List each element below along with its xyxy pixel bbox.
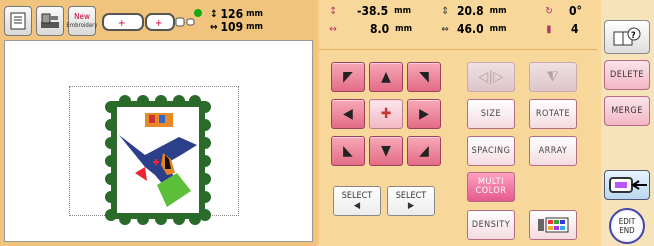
palette-icon — [538, 217, 569, 233]
thread-count-value: 4 — [571, 22, 579, 36]
merge-label: MERGE — [611, 106, 643, 116]
triangle-right-icon: ▶ — [407, 201, 415, 211]
arrow-right-icon: ▶ — [419, 106, 429, 122]
arrow-up-right-icon: ◥ — [419, 69, 429, 85]
sewing-machine-icon — [41, 13, 59, 28]
spacing-button[interactable]: SPACING — [467, 136, 515, 166]
vertical-move-icon: ↕ — [329, 5, 337, 17]
width-arrow-icon: ↔ — [210, 22, 218, 33]
svg-text:?: ? — [631, 31, 636, 41]
density-button[interactable]: DENSITY — [467, 210, 515, 240]
height-box-icon: ⇕ — [441, 5, 449, 17]
move-up-right-button[interactable]: ◥ — [407, 62, 441, 92]
bird-stamp-design[interactable] — [105, 95, 211, 225]
position-info-bar: ↕ -38.5 mm ↔ 8.0 mm ⇕ 20.8 mm ⇔ 46.0 mm ↻ 0°… — [319, 0, 597, 50]
hoop-preview-icon — [609, 177, 647, 193]
delete-label: DELETE — [609, 70, 645, 80]
select-next-button[interactable]: SELECT ▶ — [387, 186, 435, 216]
move-down-left-button[interactable]: ◣ — [331, 136, 365, 166]
array-label: ARRAY — [538, 146, 568, 156]
move-up-button[interactable]: ▲ — [369, 62, 403, 92]
move-center-button[interactable]: ✚ — [369, 99, 403, 129]
embroidery-label: Embroidery — [66, 22, 98, 29]
horizontal-move-icon: ↔ — [329, 23, 337, 35]
move-down-button[interactable]: ▼ — [369, 136, 403, 166]
color-palette-button[interactable] — [529, 210, 577, 240]
end-label: END — [619, 226, 635, 235]
embroidery-edit-screen: New Embroidery + + ↕ 126 mm ↔ 109 mm ↕ -… — [0, 0, 654, 246]
arrow-down-right-icon: ◢ — [419, 143, 429, 159]
mirror-vertical-icon: ⧨ — [546, 69, 560, 85]
thread-spool-icon: ▮ — [546, 23, 552, 35]
triangle-left-icon: ◀ — [353, 201, 361, 211]
svg-text:+: + — [155, 18, 163, 29]
new-embroidery-button[interactable]: New Embroidery — [66, 6, 98, 36]
size-label: SIZE — [480, 109, 502, 119]
size-button[interactable]: SIZE — [467, 99, 515, 129]
help-button[interactable]: ? — [604, 20, 650, 54]
color-label: COLOR — [475, 186, 507, 196]
move-down-right-button[interactable]: ◢ — [407, 136, 441, 166]
arrow-down-left-icon: ◣ — [343, 143, 353, 159]
page-icon — [10, 12, 26, 30]
select-prev-label: SELECT — [341, 191, 373, 201]
hoop-frame-selector[interactable]: + + — [102, 8, 202, 34]
side-action-column: ? DELETE MERGE EDIT END — [601, 0, 654, 246]
x-position-value: -38.5 — [357, 4, 389, 18]
preview-pane: New Embroidery + + ↕ 126 mm ↔ 109 mm — [0, 0, 317, 246]
density-label: DENSITY — [471, 220, 511, 230]
new-label: New — [74, 12, 90, 21]
arrow-up-left-icon: ◤ — [343, 69, 353, 85]
edit-end-button[interactable]: EDIT END — [609, 208, 645, 244]
move-up-left-button[interactable]: ◤ — [331, 62, 365, 92]
top-toolbar: New Embroidery + + ↕ 126 mm ↔ 109 mm — [4, 4, 315, 38]
machine-button[interactable] — [36, 6, 64, 36]
rotation-row: ↻ 0° — [543, 4, 582, 18]
mirror-horizontal-icon: ◁|▷ — [478, 69, 504, 85]
design-preview-canvas[interactable] — [4, 40, 313, 242]
thread-row: ▮ 4 — [543, 22, 579, 36]
rotate-button[interactable]: ROTATE — [529, 99, 577, 129]
move-left-button[interactable]: ◀ — [331, 99, 365, 129]
mirror-horizontal-button[interactable]: ◁|▷ — [467, 62, 515, 92]
delete-button[interactable]: DELETE — [604, 60, 650, 90]
x-position-row: ↕ -38.5 mm — [327, 4, 411, 18]
center-icon: ✚ — [380, 106, 392, 122]
design-size-readout: ↕ 126 mm ↔ 109 mm — [210, 7, 263, 34]
multi-color-button[interactable]: MULTI COLOR — [467, 172, 515, 202]
spacing-label: SPACING — [471, 146, 511, 156]
y-position-row: ↔ 8.0 mm — [327, 22, 412, 36]
edit-panel: ↕ -38.5 mm ↔ 8.0 mm ⇕ 20.8 mm ⇔ 46.0 mm ↻ 0°… — [319, 0, 654, 246]
design-width: 109 — [220, 20, 244, 34]
select-previous-button[interactable]: SELECT ◀ — [333, 186, 381, 216]
page-view-button[interactable] — [4, 6, 32, 36]
arrow-down-icon: ▼ — [381, 143, 391, 159]
rotation-value: 0° — [569, 4, 582, 18]
rotation-icon: ↻ — [545, 5, 553, 17]
hoop-frame-icon: + + — [102, 9, 202, 31]
svg-text:+: + — [118, 18, 126, 29]
select-next-label: SELECT — [395, 191, 427, 201]
embroider-preview-button[interactable] — [604, 170, 650, 200]
width-row: ⇕ 20.8 mm — [439, 4, 506, 18]
array-button[interactable]: ARRAY — [529, 136, 577, 166]
merge-button[interactable]: MERGE — [604, 96, 650, 126]
move-right-button[interactable]: ▶ — [407, 99, 441, 129]
edit-label: EDIT — [618, 217, 636, 226]
arrow-left-icon: ◀ — [343, 106, 353, 122]
arrow-up-icon: ▲ — [381, 69, 391, 85]
rotate-label: ROTATE — [535, 109, 571, 119]
mirror-vertical-button[interactable]: ⧨ — [529, 62, 577, 92]
width-value: 20.8 — [457, 4, 484, 18]
y-position-value: 8.0 — [370, 22, 390, 36]
help-book-icon: ? — [613, 27, 641, 46]
height-arrow-icon: ↕ — [210, 9, 218, 20]
height-row: ⇔ 46.0 mm — [439, 22, 506, 36]
height-value: 46.0 — [457, 22, 484, 36]
width-box-icon: ⇔ — [441, 23, 449, 35]
